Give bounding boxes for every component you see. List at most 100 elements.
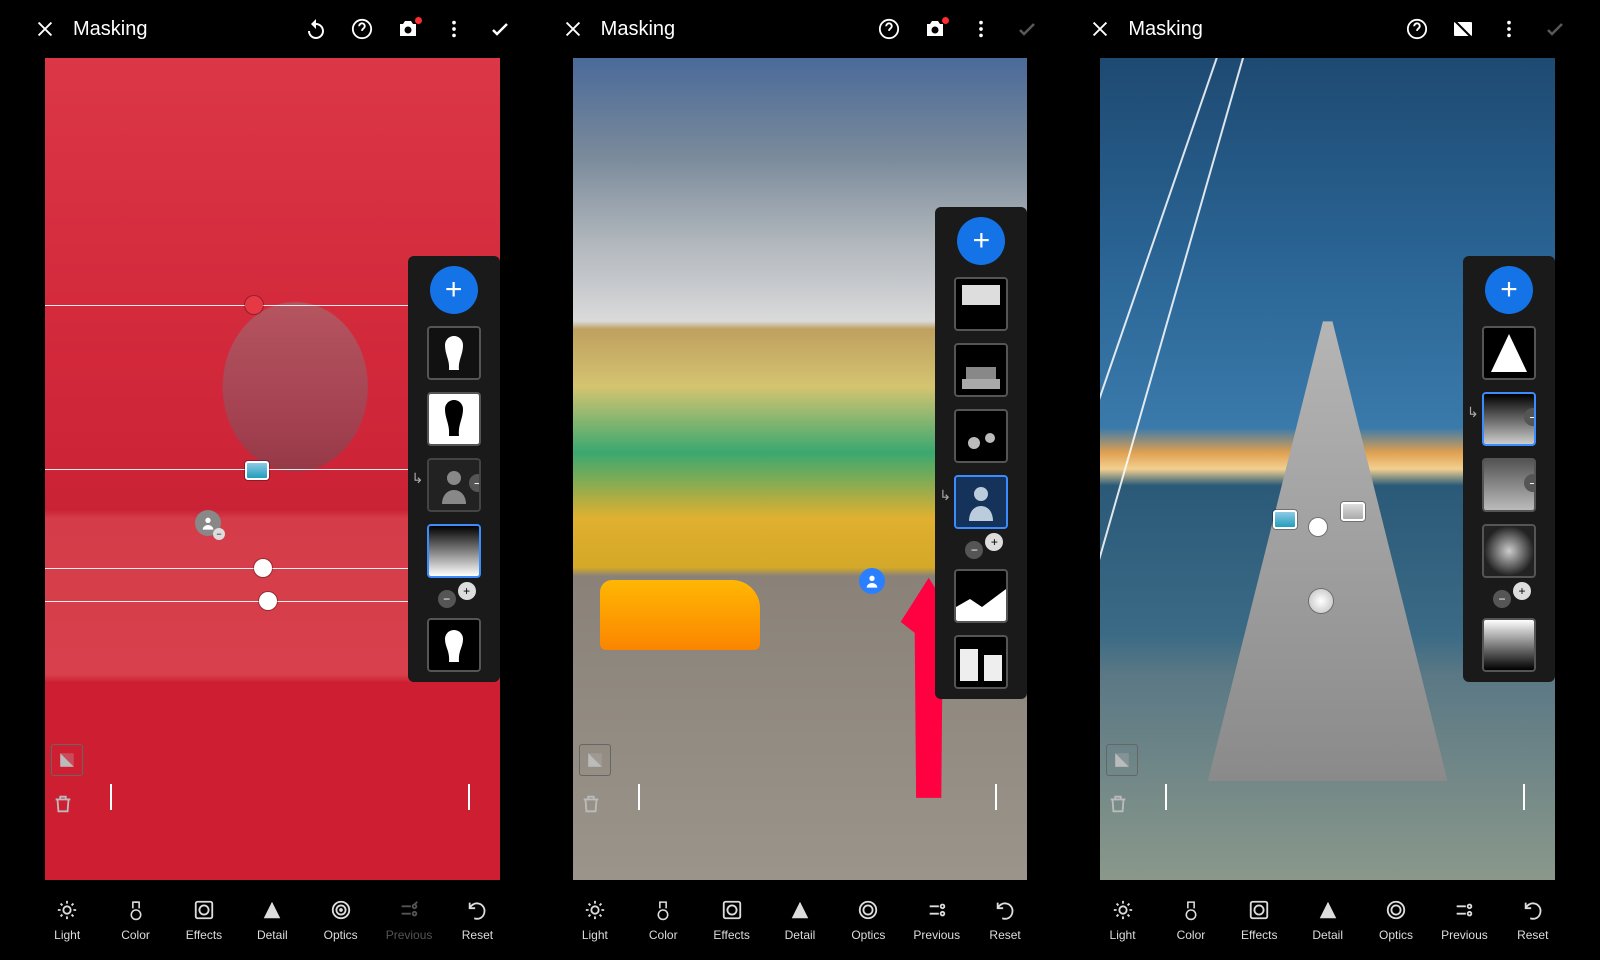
mask-thumb[interactable] [1482, 326, 1536, 380]
gradient-handle[interactable] [1273, 510, 1297, 529]
previous-icon [1453, 898, 1475, 922]
tab-reset[interactable]: Reset [447, 898, 507, 942]
gradient-handle-bottom[interactable] [259, 592, 277, 610]
mask-sub: − [418, 458, 490, 512]
phone-1: Masking [25, 0, 520, 960]
mask-thumb[interactable] [1482, 618, 1536, 672]
canvas[interactable]: + − − −+ [1100, 58, 1555, 880]
mask-thumb[interactable] [1482, 524, 1536, 578]
add-subtract-toggle[interactable]: −+ [1489, 586, 1529, 606]
optics-icon [330, 898, 352, 922]
reset-icon [994, 898, 1016, 922]
trash-icon[interactable] [1106, 792, 1130, 816]
add-mask-button[interactable]: + [430, 266, 478, 314]
detail-icon [261, 898, 283, 922]
tab-color[interactable]: Color [106, 898, 166, 942]
tab-effects[interactable]: Effects [702, 898, 762, 942]
tab-reset[interactable]: Reset [975, 898, 1035, 942]
gradient-handle[interactable] [1309, 518, 1327, 536]
mask-thumb[interactable] [427, 392, 481, 446]
phone-2: Masking [553, 0, 1048, 960]
tab-light[interactable]: Light [37, 898, 97, 942]
overflow-icon[interactable] [969, 17, 993, 41]
tab-previous[interactable]: Previous [1434, 898, 1494, 942]
gradient-handle[interactable] [1341, 502, 1365, 521]
mask-thumb[interactable] [954, 635, 1008, 689]
canvas[interactable]: − + [45, 58, 500, 880]
canvas-tools [51, 744, 83, 816]
color-icon [1181, 898, 1201, 922]
amount-slider[interactable] [110, 794, 470, 800]
confirm-icon[interactable] [488, 17, 512, 41]
add-subtract-toggle[interactable]: −+ [961, 537, 1001, 557]
tab-effects[interactable]: Effects [174, 898, 234, 942]
tab-light[interactable]: Light [565, 898, 625, 942]
tab-color[interactable]: Color [633, 898, 693, 942]
confirm-icon [1015, 17, 1039, 41]
topbar: Masking [25, 0, 520, 58]
bottombar: Light Color Effects Detail Optics Previo… [553, 880, 1048, 960]
color-icon [653, 898, 673, 922]
help-icon[interactable] [350, 17, 374, 41]
tab-detail[interactable]: Detail [1298, 898, 1358, 942]
tab-effects[interactable]: Effects [1229, 898, 1289, 942]
gradient-handle-center[interactable] [1309, 589, 1333, 613]
camera-icon[interactable] [396, 17, 420, 41]
add-mask-button[interactable]: + [957, 217, 1005, 265]
close-icon[interactable] [1088, 17, 1112, 41]
mask-thumb[interactable] [954, 409, 1008, 463]
mask-thumb[interactable] [427, 618, 481, 672]
tab-optics[interactable]: Optics [311, 898, 371, 942]
help-icon[interactable] [877, 17, 901, 41]
overflow-icon[interactable] [1497, 17, 1521, 41]
color-icon [126, 898, 146, 922]
amount-slider[interactable] [1165, 794, 1525, 800]
camera-icon[interactable] [923, 17, 947, 41]
no-image-icon[interactable] [1451, 17, 1475, 41]
add-subtract-toggle[interactable]: −+ [434, 586, 474, 606]
close-icon[interactable] [561, 17, 585, 41]
overflow-icon[interactable] [442, 17, 466, 41]
tab-previous[interactable]: Previous [907, 898, 967, 942]
optics-icon [857, 898, 879, 922]
tab-detail[interactable]: Detail [242, 898, 302, 942]
trash-icon[interactable] [579, 792, 603, 816]
subject-pin-icon[interactable] [859, 568, 885, 594]
subject-pin-icon[interactable]: − [195, 510, 221, 536]
amount-slider[interactable] [638, 794, 998, 800]
tab-optics[interactable]: Optics [838, 898, 898, 942]
add-mask-button[interactable]: + [1485, 266, 1533, 314]
mask-sub-thumb[interactable]: − [427, 458, 481, 512]
tab-reset[interactable]: Reset [1503, 898, 1563, 942]
confirm-icon [1543, 17, 1567, 41]
mask-thumb[interactable] [427, 326, 481, 380]
gradient-handle[interactable] [254, 559, 272, 577]
mask-thumb-selected[interactable] [427, 524, 481, 578]
mask-sub-thumb-selected[interactable]: − [1482, 392, 1536, 446]
mask-sub-thumb-selected[interactable] [954, 475, 1008, 529]
mask-thumb[interactable]: − [1482, 458, 1536, 512]
mask-thumb[interactable] [954, 343, 1008, 397]
gradient-handle-mid[interactable] [245, 461, 269, 480]
phone-3: Masking [1080, 0, 1575, 960]
mask-sub: − [1473, 392, 1545, 446]
undo-icon[interactable] [304, 17, 328, 41]
close-icon[interactable] [33, 17, 57, 41]
canvas[interactable]: + −+ [573, 58, 1028, 880]
page-title: Masking [73, 18, 147, 41]
tab-color[interactable]: Color [1161, 898, 1221, 942]
compare-icon[interactable] [579, 744, 611, 776]
help-icon[interactable] [1405, 17, 1429, 41]
mask-thumb[interactable] [954, 569, 1008, 623]
bottombar: Light Color Effects Detail Optics Previo… [25, 880, 520, 960]
compare-icon[interactable] [1106, 744, 1138, 776]
tab-detail[interactable]: Detail [770, 898, 830, 942]
mask-thumb[interactable] [954, 277, 1008, 331]
trash-icon[interactable] [51, 792, 75, 816]
tab-optics[interactable]: Optics [1366, 898, 1426, 942]
tab-light[interactable]: Light [1093, 898, 1153, 942]
gradient-handle-top[interactable] [245, 296, 263, 314]
light-icon [56, 898, 78, 922]
detail-icon [789, 898, 811, 922]
compare-icon[interactable] [51, 744, 83, 776]
